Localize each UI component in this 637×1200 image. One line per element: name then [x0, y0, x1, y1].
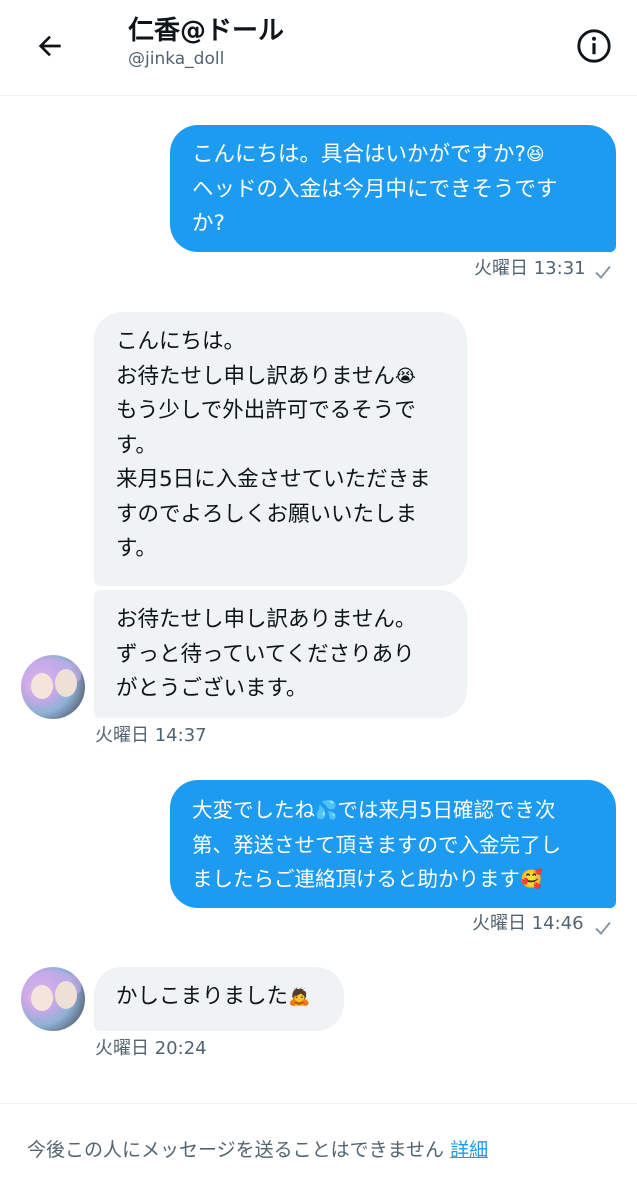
contact-name[interactable]: 仁香@ドール [128, 14, 284, 48]
message-line: こんにちは。具合はいかがですか? [192, 142, 526, 167]
received-message-bubble[interactable]: お待たせし申し訳ありません。 ずっと待っていてくださりあり がとうございます。 [94, 590, 467, 718]
message-timestamp: 火曜日 14:46 [472, 913, 584, 934]
message-line: か? [192, 211, 225, 236]
bowing-person-emoji-icon: 🙇 [288, 986, 311, 1007]
message-line: ずっと待っていてくださりあり [116, 641, 415, 667]
message-line: 来月5日に入金させていただきま [116, 467, 431, 492]
sent-message-bubble[interactable]: 大変でしたね💦では来月5日確認でき次 第、発送させて頂きますので入金完了し まし… [170, 780, 616, 908]
sent-message-bubble[interactable]: こんにちは。具合はいかがですか?😆 ヘッドの入金は今月中にできそうです か? [170, 125, 616, 252]
read-check-icon [595, 265, 611, 279]
message-line: す。 [116, 432, 157, 458]
read-check-icon [595, 921, 611, 935]
message-line: ヘッドの入金は今月中にできそうです [192, 176, 558, 202]
contact-handle[interactable]: @jinka_doll [128, 48, 224, 70]
message-line: かしこまりました [116, 984, 289, 1009]
crying-emoji-icon: 😭 [394, 365, 416, 387]
message-line: すのでよろしくお願いいたしま [116, 501, 418, 527]
back-button[interactable] [30, 26, 70, 66]
message-line: 大変でしたね [192, 798, 315, 822]
message-line: もう少しで外出許可でるそうで [116, 398, 416, 423]
notice-text: 今後この人にメッセージを送ることはできません [27, 1139, 445, 1161]
message-line: お待たせし申し訳ありません。 [116, 607, 417, 632]
conversation-header: 仁香@ドール @jinka_doll [0, 0, 637, 96]
smiling-hearts-emoji-icon: 🥰 [520, 869, 543, 890]
message-line: お待たせし申し訳ありません [116, 363, 395, 389]
sender-avatar[interactable] [21, 967, 85, 1031]
message-line: では来月5日確認でき次 [337, 798, 556, 822]
message-timestamp: 火曜日 13:31 [474, 258, 586, 279]
conversation-footer: 今後この人にメッセージを送ることはできません 詳細 [0, 1103, 637, 1200]
message-line: こんにちは。 [116, 329, 246, 354]
laughing-emoji-icon: 😆 [525, 144, 545, 165]
info-icon [577, 29, 611, 63]
sweat-droplets-emoji-icon: 💦 [315, 800, 338, 821]
message-line: す。 [116, 536, 157, 561]
message-timestamp: 火曜日 14:37 [95, 725, 207, 746]
received-message-bubble[interactable]: かしこまりました🙇 [94, 967, 344, 1031]
message-line: がとうございます。 [116, 676, 308, 701]
messaging-disabled-notice: 今後この人にメッセージを送ることはできません 詳細 [27, 1137, 488, 1163]
message-line: ましたらご連絡頂けると助かります [192, 867, 520, 891]
received-message-bubble[interactable]: こんにちは。 お待たせし申し訳ありません😭 もう少しで外出許可でるそうで す。 … [94, 312, 467, 586]
sender-avatar[interactable] [21, 655, 85, 719]
message-timestamp: 火曜日 20:24 [95, 1038, 207, 1059]
message-line: 第、発送させて頂きますので入金完了し [192, 832, 561, 857]
conversation-info-button[interactable] [574, 26, 614, 66]
details-link[interactable]: 詳細 [450, 1139, 488, 1161]
back-arrow-icon [38, 35, 61, 57]
